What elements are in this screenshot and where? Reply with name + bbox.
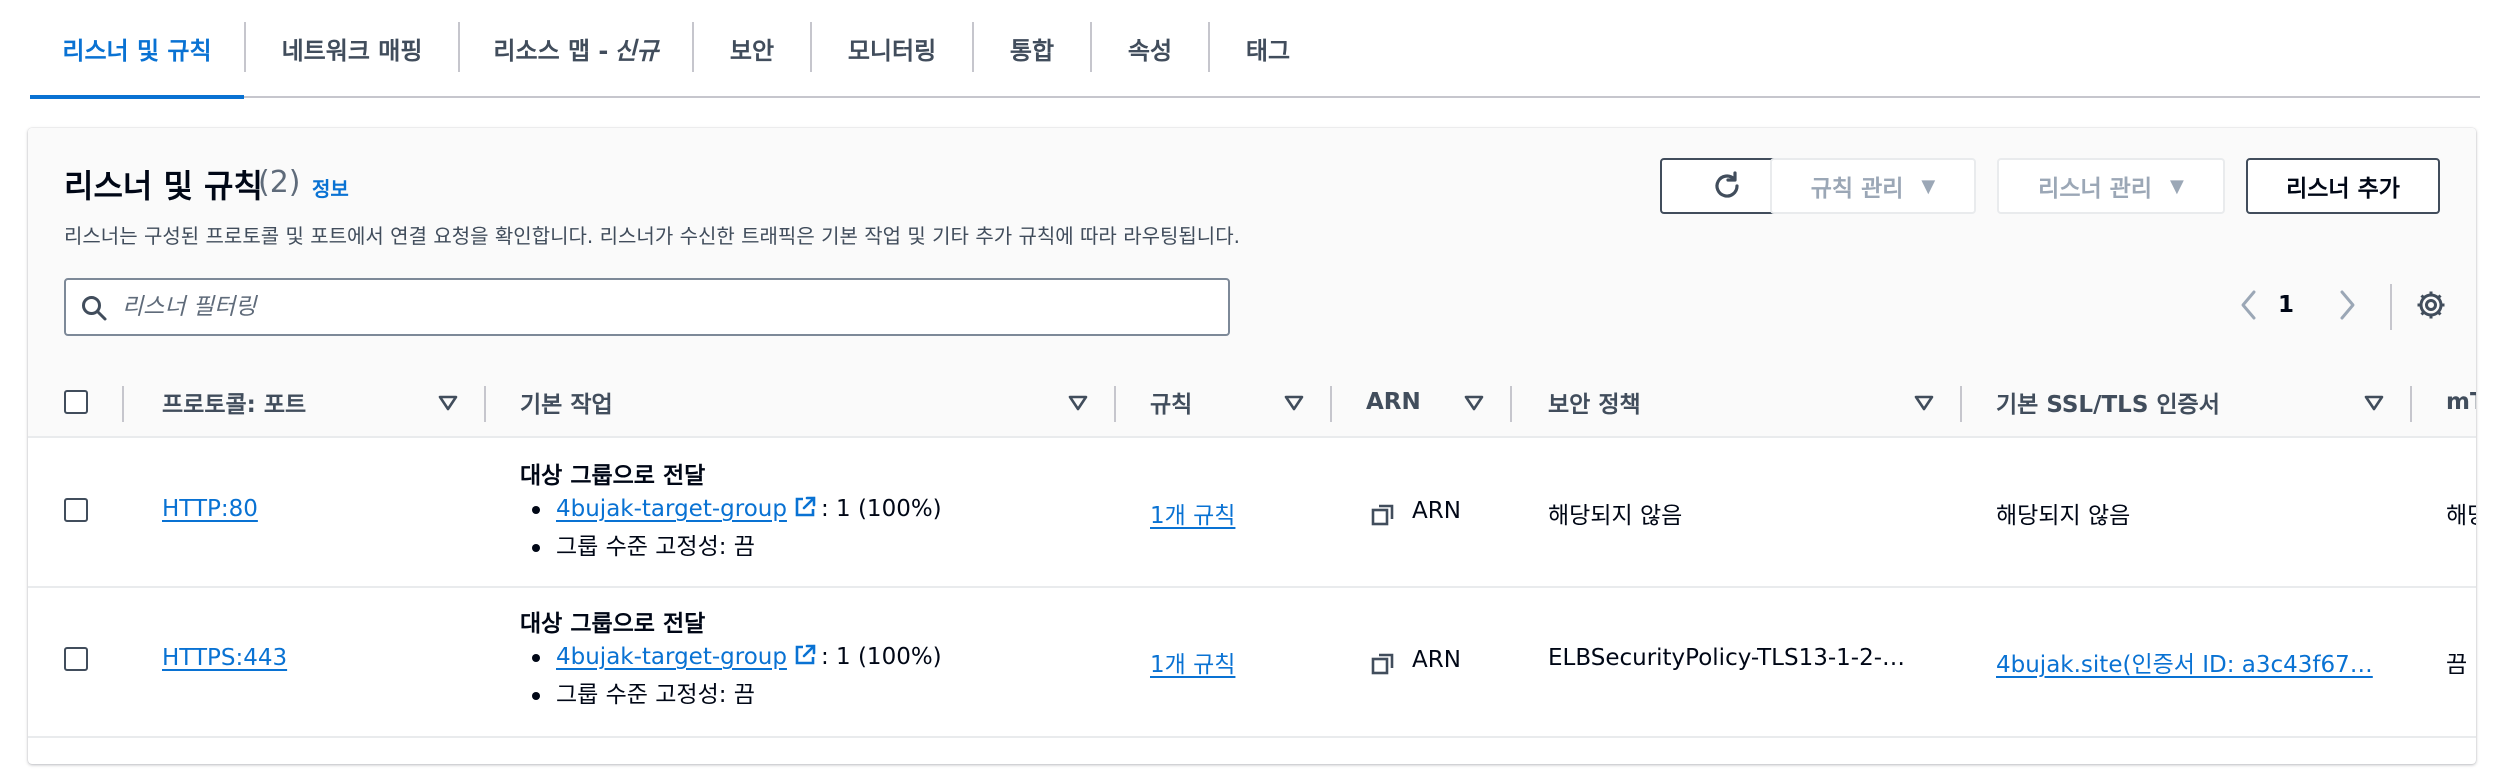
info-link[interactable]: 정보 xyxy=(312,173,349,202)
default-action: 대상 그룹으로 전달 4bujak-target-group : 1 (100%)… xyxy=(520,604,942,714)
refresh-icon xyxy=(1715,171,1739,198)
mtls-value: 해당 xyxy=(2446,503,2476,529)
listener-link[interactable]: HTTPS:443 xyxy=(162,645,287,671)
col-default-action[interactable]: 기본 작업 xyxy=(520,368,613,436)
panel-description: 리스너는 구성된 프로토콜 및 포트에서 연결 요청을 확인합니다. 리스너가 … xyxy=(64,224,1240,248)
column-divider xyxy=(484,386,486,422)
tab-listeners-rules[interactable]: 리스너 및 규칙 xyxy=(30,0,244,99)
tab-label: 속성 xyxy=(1127,36,1173,65)
rules-link[interactable]: 1개 규칙 xyxy=(1150,645,1235,679)
listener-filter[interactable] xyxy=(64,278,1230,336)
prev-page-icon[interactable] xyxy=(2236,288,2262,322)
target-group-link[interactable]: 4bujak-target-group xyxy=(556,644,787,670)
security-policy: 해당되지 않음 xyxy=(1548,503,1683,529)
table-row: HTTPS:443 대상 그룹으로 전달 4bujak-target-group… xyxy=(28,588,2476,738)
page-number[interactable]: 1 xyxy=(2278,292,2294,318)
sort-icon[interactable] xyxy=(1464,394,1484,412)
target-weight: : 1 (100%) xyxy=(820,644,942,670)
ssl-certificate: 해당되지 않음 xyxy=(1996,503,2131,529)
arn-label: ARN xyxy=(1412,498,1461,524)
tab-network-mapping[interactable]: 네트워크 매핑 xyxy=(246,0,458,96)
add-listener-label: 리스너 추가 xyxy=(2286,176,2400,202)
manage-listener-label: 리스너 관리 xyxy=(2038,176,2152,202)
caret-down-icon: ▼ xyxy=(1921,175,1936,197)
caret-down-icon: ▼ xyxy=(2169,175,2184,197)
col-ssl-certificate[interactable]: 기본 SSL/TLS 인증서 xyxy=(1996,368,2220,436)
column-divider xyxy=(1330,386,1332,422)
col-rules[interactable]: 규칙 xyxy=(1150,368,1192,436)
col-security-policy[interactable]: 보안 정책 xyxy=(1548,368,1641,436)
stickiness-item: 그룹 수준 고정성: 끔 xyxy=(520,676,942,714)
manage-rules-button[interactable]: 규칙 관리 ▼ xyxy=(1770,158,1976,214)
listener-count: (2) xyxy=(258,165,301,200)
tab-label: 리스너 및 규칙 xyxy=(62,36,212,65)
action-title: 대상 그룹으로 전달 xyxy=(520,611,706,637)
pager-divider xyxy=(2390,284,2392,330)
add-listener-button[interactable]: 리스너 추가 xyxy=(2246,158,2440,214)
listeners-panel: 리스너 및 규칙 (2) 정보 리스너는 구성된 프로토콜 및 포트에서 연결 … xyxy=(28,128,2476,764)
panel-header: 리스너 및 규칙 (2) 정보 리스너는 구성된 프로토콜 및 포트에서 연결 … xyxy=(28,128,2476,368)
sort-icon[interactable] xyxy=(1284,394,1304,412)
column-divider xyxy=(1960,386,1962,422)
target-group-item: 4bujak-target-group : 1 (100%) xyxy=(520,490,942,528)
target-group-link[interactable]: 4bujak-target-group xyxy=(556,496,787,522)
copy-icon[interactable] xyxy=(1370,502,1396,528)
tab-label: 모니터링 xyxy=(847,36,937,65)
search-icon xyxy=(82,296,107,321)
security-policy: ELBSecurityPolicy-TLS13-1-2-… xyxy=(1548,645,1906,671)
action-title: 대상 그룹으로 전달 xyxy=(520,463,706,489)
action-details: 4bujak-target-group : 1 (100%) 그룹 수준 고정성:… xyxy=(520,490,942,566)
rules-link[interactable]: 1개 규칙 xyxy=(1150,496,1235,530)
tab-label: 통합 xyxy=(1009,36,1055,65)
table-row: HTTP:80 대상 그룹으로 전달 4bujak-target-group : … xyxy=(28,438,2476,588)
ssl-certificate-link[interactable]: 4bujak.site(인증서 ID: a3c43f67… xyxy=(1996,645,2396,679)
listener-link[interactable]: HTTP:80 xyxy=(162,496,258,522)
tab-security[interactable]: 보안 xyxy=(694,0,810,96)
sort-icon[interactable] xyxy=(2364,394,2384,412)
column-divider xyxy=(122,386,124,422)
tab-label: 태그 xyxy=(1245,36,1291,65)
tab-integration[interactable]: 통합 xyxy=(974,0,1090,96)
listener-rules-page: { "tabs": [ {"label": "리스너 및 규칙", "activ… xyxy=(0,0,2502,782)
mtls-value: 끔 xyxy=(2446,652,2468,678)
column-divider xyxy=(1510,386,1512,422)
search-input[interactable] xyxy=(122,280,1212,334)
copy-icon[interactable] xyxy=(1370,651,1396,677)
tab-attributes[interactable]: 속성 xyxy=(1092,0,1208,96)
tab-monitoring[interactable]: 모니터링 xyxy=(812,0,972,96)
default-action: 대상 그룹으로 전달 4bujak-target-group : 1 (100%)… xyxy=(520,456,942,566)
next-page-icon[interactable] xyxy=(2334,288,2360,322)
sort-icon[interactable] xyxy=(438,394,458,412)
external-link-icon[interactable] xyxy=(793,643,817,667)
sort-icon[interactable] xyxy=(1914,394,1934,412)
col-arn[interactable]: ARN xyxy=(1366,368,1421,436)
tab-tags[interactable]: 태그 xyxy=(1210,0,1326,96)
column-divider xyxy=(2410,386,2412,422)
row-checkbox[interactable] xyxy=(64,647,88,671)
row-checkbox[interactable] xyxy=(64,498,88,522)
tab-bar: 리스너 및 규칙 네트워크 매핑 리소스 맵 - 신규 보안 모니터링 통합 속… xyxy=(30,0,2480,99)
target-weight: : 1 (100%) xyxy=(820,496,942,522)
arn-label: ARN xyxy=(1412,647,1461,673)
table-header: 프로토콜: 포트 기본 작업 규칙 ARN 보안 정책 기본 SSL/TLS 인… xyxy=(28,368,2476,438)
column-divider xyxy=(1114,386,1116,422)
sort-icon[interactable] xyxy=(1068,394,1088,412)
external-link-icon[interactable] xyxy=(793,495,817,519)
col-protocol-port[interactable]: 프로토콜: 포트 xyxy=(162,368,306,436)
manage-listener-button[interactable]: 리스너 관리 ▼ xyxy=(1997,158,2225,214)
select-all-checkbox[interactable] xyxy=(64,390,88,414)
target-group-item: 4bujak-target-group : 1 (100%) xyxy=(520,638,942,676)
tab-resource-map[interactable]: 리소스 맵 - 신규 xyxy=(460,0,692,96)
tab-label: 리소스 맵 - xyxy=(493,36,609,65)
new-badge: 신규 xyxy=(614,36,659,65)
tab-label: 보안 xyxy=(729,36,775,65)
stickiness-item: 그룹 수준 고정성: 끔 xyxy=(520,528,942,566)
panel-title: 리스너 및 규칙 xyxy=(64,167,263,205)
tab-label: 네트워크 매핑 xyxy=(281,36,423,65)
gear-icon[interactable] xyxy=(2414,288,2448,322)
col-mtls[interactable]: mT xyxy=(2446,368,2476,436)
action-details: 4bujak-target-group : 1 (100%) 그룹 수준 고정성:… xyxy=(520,638,942,714)
manage-rules-label: 규칙 관리 xyxy=(1810,176,1904,202)
